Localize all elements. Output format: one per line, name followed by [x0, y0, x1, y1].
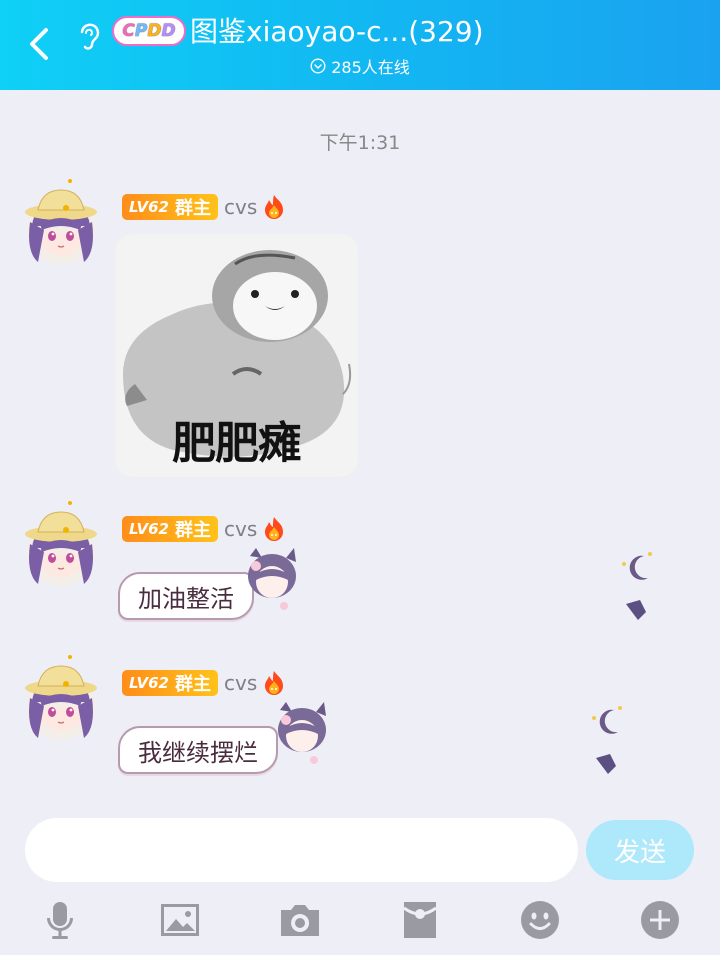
sender-name[interactable]: cvs	[224, 195, 257, 219]
message-item: LV62 群主 cvs 加油整活	[0, 500, 720, 630]
text-bubble[interactable]: 加油整活	[118, 572, 254, 620]
text-bubble[interactable]: 我继续摆烂	[118, 726, 278, 774]
camera-icon	[281, 905, 319, 936]
emoji-icon	[521, 901, 559, 939]
fire-icon	[265, 195, 284, 219]
chat-toolbar	[0, 896, 720, 944]
sender-name[interactable]: cvs	[224, 517, 257, 541]
moon-star-decoration	[622, 552, 652, 620]
logo-letter-c: C	[122, 21, 135, 41]
logo-letter-d2: D	[161, 21, 176, 41]
sender-meta: LV62 群主 cvs	[122, 668, 287, 698]
logo-letter-d1: D	[147, 21, 162, 41]
voice-button[interactable]	[36, 896, 84, 944]
user-avatar[interactable]	[22, 500, 100, 590]
microphone-icon	[47, 902, 73, 939]
cat-girl-bubble-decoration	[278, 702, 326, 764]
level-badge[interactable]: LV62 群主	[122, 194, 218, 220]
message-text: 加油整活	[138, 584, 234, 613]
camera-button[interactable]	[276, 896, 324, 944]
role-text: 群主	[174, 520, 211, 541]
level-badge[interactable]: LV62 群主	[122, 670, 218, 696]
fire-icon	[265, 517, 284, 541]
user-avatar[interactable]	[22, 654, 100, 744]
input-area: 发送	[0, 804, 720, 955]
online-count-text: 285人在线	[331, 58, 410, 77]
role-text: 群主	[174, 674, 211, 695]
more-button[interactable]	[636, 896, 684, 944]
message-input[interactable]	[25, 818, 578, 882]
message-text: 我继续摆烂	[138, 738, 258, 767]
fire-icon	[265, 671, 284, 695]
message-item: LV62 群主 cvs 肥肥瘫	[0, 178, 720, 488]
emoji-button[interactable]	[516, 896, 564, 944]
level-text: LV62	[129, 520, 169, 538]
level-text: LV62	[129, 674, 169, 692]
send-button[interactable]: 发送	[586, 820, 694, 880]
sticker-caption: 肥肥瘫	[172, 418, 302, 469]
group-title[interactable]: 图鉴xiaoyao-c...(329)	[190, 14, 484, 50]
sender-name[interactable]: cvs	[224, 671, 257, 695]
cpdd-logo: C P D D	[112, 16, 186, 46]
sender-meta: LV62 群主 cvs	[122, 192, 287, 222]
logo-letter-p: P	[134, 21, 148, 41]
sender-meta: LV62 群主 cvs	[122, 514, 287, 544]
message-timestamp: 下午1:31	[319, 132, 401, 154]
plus-icon	[641, 901, 679, 939]
cat-girl-bubble-decoration	[248, 548, 296, 610]
user-avatar[interactable]	[22, 178, 100, 268]
moon-star-decoration	[592, 706, 622, 774]
chevron-down-circle-icon	[310, 58, 326, 74]
red-packet-button[interactable]	[396, 896, 444, 944]
message-item: LV62 群主 cvs 我继续摆烂	[0, 654, 720, 784]
role-text: 群主	[174, 198, 211, 219]
red-packet-icon	[403, 902, 437, 938]
sticker-message[interactable]: 肥肥瘫	[115, 234, 358, 477]
chat-header: C P D D 图鉴xiaoyao-c...(329) 285人在线	[0, 0, 720, 90]
earpiece-icon[interactable]	[74, 20, 104, 52]
level-badge[interactable]: LV62 群主	[122, 516, 218, 542]
image-icon	[161, 904, 199, 936]
image-button[interactable]	[156, 896, 204, 944]
online-count[interactable]: 285人在线	[0, 55, 720, 77]
level-text: LV62	[129, 198, 169, 216]
